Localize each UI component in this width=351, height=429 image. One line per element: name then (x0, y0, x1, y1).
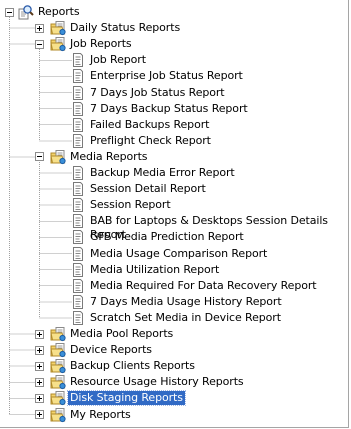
tree-node-bab-for-laptops-and-desktops-session-details-report[interactable]: BAB for Laptops & Desktops Session Detai… (88, 214, 348, 241)
tree-node-job-report[interactable]: Job Report (88, 53, 148, 67)
tree-node-7-days-job-status-report[interactable]: 7 Days Job Status Report (88, 86, 227, 100)
tree-node-device-reports[interactable]: Device Reports (68, 343, 154, 357)
report-folder-icon (50, 20, 66, 36)
magnifier-icon (18, 4, 34, 20)
my-reports-expand-toggle[interactable] (35, 410, 44, 419)
report-document-icon (70, 68, 86, 84)
tree-node-resource-usage-history-reports[interactable]: Resource Usage History Reports (68, 375, 246, 389)
report-folder-icon (50, 390, 66, 406)
tree-node-7-days-backup-status-report[interactable]: 7 Days Backup Status Report (88, 102, 250, 116)
report-document-icon (70, 197, 86, 213)
report-document-icon (70, 213, 86, 229)
report-folder-icon (50, 374, 66, 390)
tree-node-job-reports[interactable]: Job Reports (68, 37, 134, 51)
report-document-icon (70, 101, 86, 117)
report-document-icon (70, 181, 86, 197)
job-reports-collapse-toggle[interactable] (35, 39, 44, 49)
report-folder-icon (50, 326, 66, 342)
report-tree-pane: Reports Daily Status Reports Job Reports Jo… (0, 0, 349, 428)
report-document-icon (70, 310, 86, 326)
tree-node-my-reports[interactable]: My Reports (68, 408, 133, 422)
reports-root-collapse-toggle[interactable] (5, 7, 14, 17)
tree-node-media-reports[interactable]: Media Reports (68, 150, 149, 164)
report-document-icon (70, 246, 86, 262)
tree-node-reports-root[interactable]: Reports (36, 5, 82, 19)
daily-status-reports-expand-toggle[interactable] (35, 23, 44, 33)
tree-node-backup-media-error-report[interactable]: Backup Media Error Report (88, 166, 237, 180)
report-document-icon (70, 278, 86, 294)
tree-node-enterprise-job-status-report[interactable]: Enterprise Job Status Report (88, 69, 245, 83)
resource-usage-history-reports-expand-toggle[interactable] (35, 377, 44, 387)
tree-node-session-report[interactable]: Session Report (88, 198, 173, 212)
tree-node-disk-staging-reports[interactable]: Disk Staging Reports (67, 390, 186, 407)
backup-clients-reports-expand-toggle[interactable] (35, 361, 44, 371)
tree-node-media-usage-comparison-report[interactable]: Media Usage Comparison Report (88, 247, 269, 261)
report-document-icon (70, 117, 86, 133)
tree-node-media-required-for-data-recovery-report[interactable]: Media Required For Data Recovery Report (88, 279, 319, 293)
tree-node-gfs-media-prediction-report[interactable]: GFS Media Prediction Report (88, 230, 246, 244)
tree-node-failed-backups-report[interactable]: Failed Backups Report (88, 118, 211, 132)
tree-node-preflight-check-report[interactable]: Preflight Check Report (88, 134, 213, 148)
tree-node-session-detail-report[interactable]: Session Detail Report (88, 182, 208, 196)
report-folder-icon (50, 36, 66, 52)
tree-node-scratch-set-media-in-device-report[interactable]: Scratch Set Media in Device Report (88, 311, 283, 325)
report-folder-icon (50, 342, 66, 358)
report-document-icon (70, 262, 86, 278)
media-pool-reports-expand-toggle[interactable] (35, 329, 44, 339)
media-reports-collapse-toggle[interactable] (35, 152, 44, 162)
report-document-icon (70, 133, 86, 149)
device-reports-expand-toggle[interactable] (35, 345, 44, 355)
tree-node-daily-status-reports[interactable]: Daily Status Reports (68, 21, 182, 35)
report-document-icon (70, 165, 86, 181)
tree-node-backup-clients-reports[interactable]: Backup Clients Reports (68, 359, 197, 373)
disk-staging-reports-expand-toggle[interactable] (35, 393, 44, 403)
tree-node-7-days-media-usage-history-report[interactable]: 7 Days Media Usage History Report (88, 295, 284, 309)
report-document-icon (70, 294, 86, 310)
report-document-icon (70, 229, 86, 245)
report-document-icon (70, 52, 86, 68)
report-folder-icon (50, 358, 66, 374)
report-folder-icon (50, 149, 66, 165)
tree-node-media-pool-reports[interactable]: Media Pool Reports (68, 327, 175, 341)
report-folder-icon (50, 407, 66, 423)
tree-node-media-utilization-report[interactable]: Media Utilization Report (88, 263, 221, 277)
report-document-icon (70, 85, 86, 101)
